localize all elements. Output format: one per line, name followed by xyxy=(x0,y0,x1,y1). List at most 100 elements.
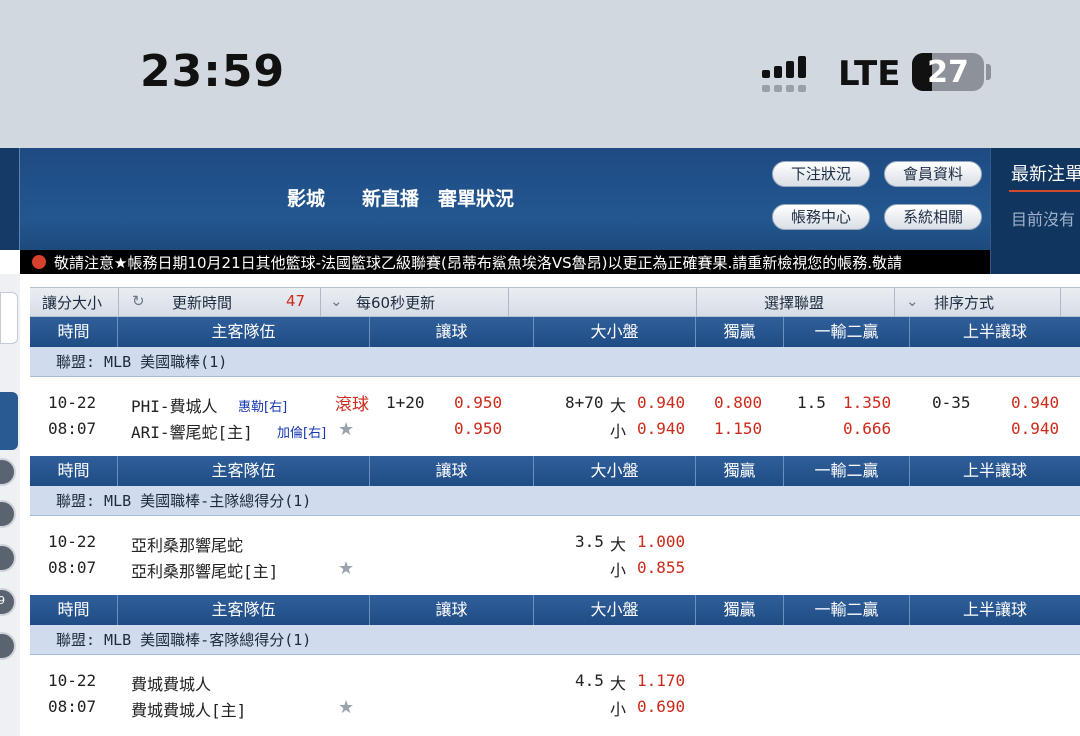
col-over-under: 大小盤 xyxy=(534,595,696,625)
sidebar-sport-icon[interactable] xyxy=(0,500,16,528)
latest-bets-underline xyxy=(1009,190,1080,192)
home-team: PHI-費城人 xyxy=(131,397,218,416)
ou-over-label: 大 xyxy=(610,396,627,415)
match-row: 10-22 08:07 費城費城人 費城費城人[主] ★ 4.5 大 1.170… xyxy=(30,655,1080,735)
favorite-star-icon[interactable]: ★ xyxy=(338,558,354,579)
league-row[interactable]: 聯盟: MLB 美國職棒-主隊總得分(1) xyxy=(30,486,1080,516)
col-first-half-handicap: 上半讓球 xyxy=(962,322,1027,341)
latest-bets-title: 最新注單 xyxy=(1011,164,1080,185)
home-pitcher: 惠勒[右] xyxy=(238,400,288,415)
league-row[interactable]: 聯盟: MLB 美國職棒-客隊總得分(1) xyxy=(30,625,1080,655)
first-half-odds[interactable]: 0.940 xyxy=(1011,393,1059,412)
ou-over-label: 大 xyxy=(610,535,627,554)
moneyline-odds[interactable]: 0.800 xyxy=(714,393,762,412)
sidebar-tab-active[interactable] xyxy=(0,392,18,450)
ou-under-label: 小 xyxy=(610,561,627,580)
col-over-under: 大小盤 xyxy=(534,456,696,486)
home-team: 費城費城人 xyxy=(131,675,212,694)
league-select[interactable]: 選擇聯盟 xyxy=(764,292,824,313)
ou-over-odds[interactable]: 1.170 xyxy=(637,671,685,690)
site-header: 影城 新直播 審單狀況 下注狀況 會員資料 帳務中心 系統相關 xyxy=(0,148,990,250)
sidebar-badge: 9 xyxy=(0,594,5,607)
home-team: 亞利桑那響尾蛇 xyxy=(131,536,244,555)
match-date: 10-22 xyxy=(48,532,97,551)
sidebar-sport-icon[interactable] xyxy=(0,632,16,660)
announcement-marquee[interactable]: 敬請注意★帳務日期10月21日其他籃球-法國籃球乙級聯賽(昂蒂布鯊魚埃洛VS魯昂… xyxy=(20,250,990,274)
table-header: 時間 主客隊伍 讓球 大小盤 獨贏 一輸二贏 上半讓球 xyxy=(30,317,1080,347)
ou-under-odds[interactable]: 0.855 xyxy=(637,558,685,577)
sidebar-sport-icon[interactable] xyxy=(0,458,16,486)
ou-over-odds[interactable]: 0.940 xyxy=(637,393,685,412)
refresh-time-button[interactable]: 更新時間 xyxy=(172,292,232,313)
match-date: 10-22 xyxy=(48,393,97,412)
ou-over-label: 大 xyxy=(610,674,627,693)
col-first-half-handicap: 上半讓球 xyxy=(962,461,1027,480)
refresh-interval-select[interactable]: 每60秒更新 xyxy=(356,292,435,313)
moneyline-odds[interactable]: 1.150 xyxy=(714,419,762,438)
col-teams: 主客隊伍 xyxy=(118,456,370,486)
nav-live[interactable]: 新直播 xyxy=(362,184,419,211)
bet-status-button[interactable]: 下注狀況 xyxy=(772,161,870,187)
ou-line: 4.5 xyxy=(575,671,604,690)
ou-over-odds[interactable]: 1.000 xyxy=(637,532,685,551)
col-teams: 主客隊伍 xyxy=(118,595,370,625)
away-team: 亞利桑那響尾蛇[主] xyxy=(131,562,279,581)
latest-bets-panel: 最新注單 目前沒有 xyxy=(990,148,1080,274)
ou-under-odds[interactable]: 0.690 xyxy=(637,697,685,716)
favorite-star-icon[interactable]: ★ xyxy=(338,419,354,440)
match-time: 08:07 xyxy=(48,558,97,577)
ou-under-odds[interactable]: 0.940 xyxy=(637,419,685,438)
handicap-odds[interactable]: 0.950 xyxy=(454,393,502,412)
match-time: 08:07 xyxy=(48,697,97,716)
chevron-down-icon[interactable]: ⌄ xyxy=(330,292,343,310)
otw-odds[interactable]: 1.350 xyxy=(843,393,891,412)
ou-line: 3.5 xyxy=(575,532,604,551)
odds-toolbar: 讓分大小 ↻ 更新時間 47 ⌄ 每60秒更新 選擇聯盟 ⌄ 排序方式 xyxy=(30,287,1080,317)
col-handicap: 讓球 xyxy=(370,317,534,347)
league-row[interactable]: 聯盟: MLB 美國職棒(1) xyxy=(30,347,1080,377)
battery-tip xyxy=(986,64,991,80)
first-half-line: 0-35 xyxy=(932,393,971,412)
match-row: 10-22 08:07 亞利桑那響尾蛇 亞利桑那響尾蛇[主] ★ 3.5 大 1… xyxy=(30,516,1080,596)
chevron-down-icon[interactable]: ⌄ xyxy=(906,292,919,310)
col-time: 時間 xyxy=(30,595,118,625)
match-time: 08:07 xyxy=(48,419,97,438)
away-pitcher: 加倫[右] xyxy=(277,426,327,441)
col-one-lose-two-win: 一輸二贏 xyxy=(784,456,910,486)
sidebar-sport-icon[interactable] xyxy=(0,544,16,572)
otw-line: 1.5 xyxy=(797,393,826,412)
col-teams: 主客隊伍 xyxy=(118,317,370,347)
first-half-odds[interactable]: 0.940 xyxy=(1011,419,1059,438)
refresh-icon[interactable]: ↻ xyxy=(132,292,145,310)
sort-select[interactable]: 排序方式 xyxy=(934,292,994,313)
table-header: 時間 主客隊伍 讓球 大小盤 獨贏 一輸二贏 上半讓球 xyxy=(30,456,1080,486)
favorite-star-icon[interactable]: ★ xyxy=(338,697,354,718)
clock: 23:59 xyxy=(140,46,286,97)
size-toggle[interactable]: 讓分大小 xyxy=(42,292,102,313)
battery-icon: 27 xyxy=(912,53,984,91)
col-first-half-handicap: 上半讓球 xyxy=(962,600,1027,619)
handicap-line: 1+20 xyxy=(386,393,425,412)
ou-under-label: 小 xyxy=(610,700,627,719)
left-sidebar: 9 xyxy=(0,274,20,736)
member-info-button[interactable]: 會員資料 xyxy=(884,161,982,187)
ou-line: 8+70 xyxy=(565,393,604,412)
col-moneyline: 獨贏 xyxy=(696,317,784,347)
signal-icon xyxy=(762,54,818,92)
col-moneyline: 獨贏 xyxy=(696,456,784,486)
announcement-icon xyxy=(32,255,46,269)
refresh-countdown: 47 xyxy=(286,292,306,310)
system-button[interactable]: 系統相關 xyxy=(884,204,982,230)
col-time: 時間 xyxy=(30,456,118,486)
sidebar-tab[interactable] xyxy=(0,292,18,344)
col-moneyline: 獨贏 xyxy=(696,595,784,625)
latest-bets-empty: 目前沒有 xyxy=(1011,210,1076,229)
account-center-button[interactable]: 帳務中心 xyxy=(772,204,870,230)
header-left-strip xyxy=(0,148,20,250)
nav-review-status[interactable]: 審單狀況 xyxy=(438,184,514,211)
network-label: LTE xyxy=(838,54,901,94)
col-handicap: 讓球 xyxy=(370,456,534,486)
otw-odds[interactable]: 0.666 xyxy=(843,419,891,438)
handicap-odds[interactable]: 0.950 xyxy=(454,419,502,438)
nav-cinema[interactable]: 影城 xyxy=(287,184,325,211)
